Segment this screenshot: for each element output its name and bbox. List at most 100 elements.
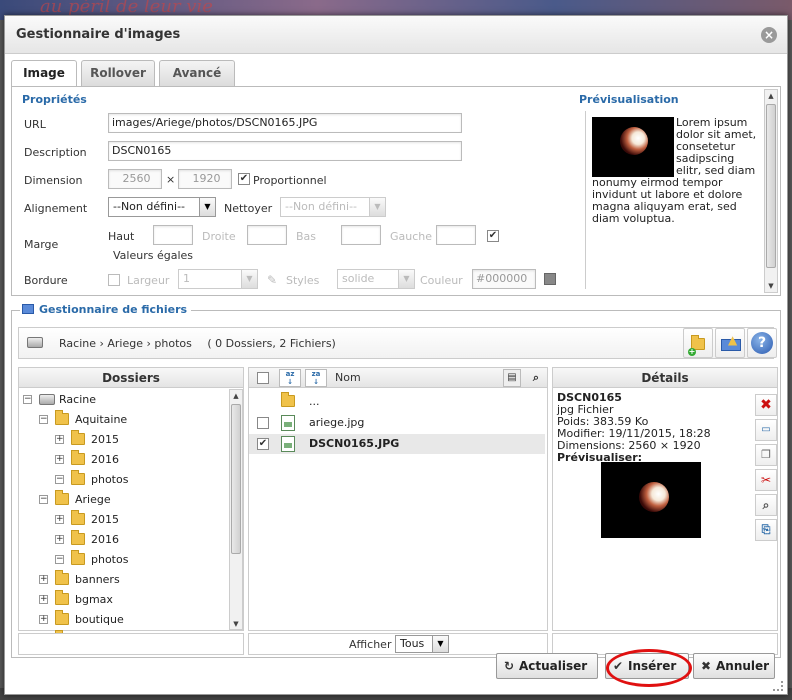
expand-icon[interactable]: + [39, 595, 48, 604]
preview-scrollbar[interactable]: ▲ ▼ [764, 89, 778, 293]
file-row[interactable]: ✔ DSCN0165.JPG [249, 434, 545, 454]
preview-scroll-thumb[interactable] [766, 104, 776, 268]
show-select[interactable]: Tous ▼ [395, 635, 449, 653]
collapse-icon[interactable]: − [55, 475, 64, 484]
tree-item[interactable]: − photos [19, 470, 227, 490]
sort-az-icon[interactable]: az ↓ [279, 369, 301, 387]
tree-item[interactable]: + boutique [19, 610, 227, 630]
parent-folder-icon [281, 392, 295, 407]
expand-icon[interactable]: + [55, 535, 64, 544]
alignment-select[interactable]: --Non défini-- ▼ [108, 197, 216, 217]
tree-item-label: Racine [59, 393, 96, 406]
margin-right-input[interactable] [247, 225, 287, 245]
name-column-label[interactable]: Nom [335, 368, 361, 388]
collapse-icon[interactable]: − [55, 555, 64, 564]
border-checkbox[interactable] [108, 274, 120, 286]
close-icon[interactable]: × [761, 27, 777, 43]
refresh-button[interactable]: ↻ Actualiser [496, 653, 598, 679]
border-width-label: Largeur [127, 274, 170, 287]
dialog-titlebar[interactable]: Gestionnaire d'images × [5, 16, 787, 54]
preview-image [592, 117, 674, 177]
delete-button[interactable]: ✖ [755, 394, 777, 416]
help-button[interactable]: ? [747, 328, 777, 358]
search-icon[interactable]: ⌕ [527, 369, 545, 387]
border-width-select[interactable]: 1 ▼ [178, 269, 258, 289]
expand-icon[interactable]: + [55, 435, 64, 444]
file-checkbox[interactable] [257, 417, 269, 429]
highlight-ring [606, 649, 692, 687]
scroll-down-icon[interactable]: ▼ [765, 280, 777, 292]
tree-item[interactable]: − photos [19, 550, 227, 570]
file-name: ariege.jpg [309, 416, 365, 429]
tree-item[interactable]: − Aquitaine [19, 410, 227, 430]
tab-image-label: Image [23, 66, 65, 80]
cancel-button[interactable]: ✖ Annuler [693, 653, 775, 679]
height-input[interactable]: 1920 [178, 169, 232, 189]
list-view-icon[interactable]: ▤ [503, 369, 521, 387]
rename-button[interactable]: ▭ [755, 419, 777, 441]
tree-item[interactable]: +2015 [19, 430, 227, 450]
margin-label: Marge [24, 238, 59, 251]
tab-rollover[interactable]: Rollover [81, 60, 155, 86]
upload-button[interactable]: ▲ [715, 328, 745, 358]
collapse-icon[interactable]: − [23, 395, 32, 404]
resize-handle[interactable] [773, 681, 783, 691]
file-name: ... [309, 395, 320, 408]
paste-button[interactable]: ⎘ [755, 519, 777, 541]
description-input[interactable]: DSCN0165 [108, 141, 462, 161]
cancel-button-label: Annuler [716, 659, 770, 673]
file-checkbox[interactable]: ✔ [257, 438, 269, 450]
collapse-icon[interactable]: − [39, 495, 48, 504]
zoom-button[interactable]: ⌕ [755, 494, 777, 516]
folder-scroll-thumb[interactable] [231, 404, 241, 554]
folders-footer [18, 633, 244, 655]
margin-bottom-input[interactable] [341, 225, 381, 245]
equal-values-label: Valeurs égales [113, 249, 194, 262]
clear-select[interactable]: --Non défini-- ▼ [280, 197, 386, 217]
margin-bottom-label: Bas [296, 230, 317, 243]
tree-item[interactable]: +2016 [19, 530, 227, 550]
tab-image[interactable]: Image [11, 60, 77, 87]
color-picker-swatch[interactable] [544, 273, 556, 285]
select-all-checkbox[interactable] [257, 372, 269, 384]
tab-advanced-label: Avancé [172, 66, 222, 80]
cut-button[interactable]: ✂ [755, 469, 777, 491]
new-folder-button[interactable]: + [683, 328, 713, 358]
expand-icon[interactable]: + [55, 455, 64, 464]
tree-item[interactable]: + bgmax [19, 590, 227, 610]
border-style-select[interactable]: solide ▼ [337, 269, 415, 289]
folder-tree-scrollbar[interactable]: ▲ ▼ [229, 389, 243, 630]
sort-za-icon[interactable]: za ↓ [305, 369, 327, 387]
margin-top-label: Haut [108, 230, 135, 243]
border-color-input[interactable]: #000000 [472, 269, 536, 289]
tree-item[interactable]: + banners [19, 570, 227, 590]
file-manager-title: Gestionnaire de fichiers [20, 303, 192, 316]
preview-area: Lorem ipsum dolor sit amet, consetetur s… [585, 111, 769, 289]
scroll-down-icon[interactable]: ▼ [230, 618, 242, 630]
margin-top-input[interactable] [153, 225, 193, 245]
equal-values-checkbox[interactable]: ✔ [487, 230, 499, 242]
scroll-up-icon[interactable]: ▲ [230, 390, 242, 402]
file-row[interactable]: ariege.jpg [249, 413, 545, 433]
tree-item[interactable]: − Ariege [19, 490, 227, 510]
tree-item[interactable]: +2015 [19, 510, 227, 530]
folder-icon [71, 510, 85, 525]
expand-icon[interactable]: + [55, 515, 64, 524]
tree-item-label: 2015 [91, 513, 119, 526]
tab-advanced[interactable]: Avancé [159, 60, 235, 86]
tree-item[interactable]: +2016 [19, 450, 227, 470]
plus-icon: + [688, 347, 696, 356]
breadcrumb-path[interactable]: Racine › Ariege › photos [59, 337, 192, 350]
width-input[interactable]: 2560 [108, 169, 162, 189]
expand-icon[interactable]: + [39, 615, 48, 624]
collapse-icon[interactable]: − [39, 415, 48, 424]
expand-icon[interactable]: + [39, 575, 48, 584]
scroll-up-icon[interactable]: ▲ [765, 90, 777, 102]
file-row[interactable]: ... [249, 392, 545, 412]
proportional-checkbox[interactable]: ✔ [238, 173, 250, 185]
copy-button[interactable]: ❐ [755, 444, 777, 466]
url-input[interactable]: images/Ariege/photos/DSCN0165.JPG [108, 113, 462, 133]
border-style-icon: ✎ [267, 273, 278, 287]
tree-item[interactable]: − Racine [19, 390, 227, 410]
margin-left-input[interactable] [436, 225, 476, 245]
